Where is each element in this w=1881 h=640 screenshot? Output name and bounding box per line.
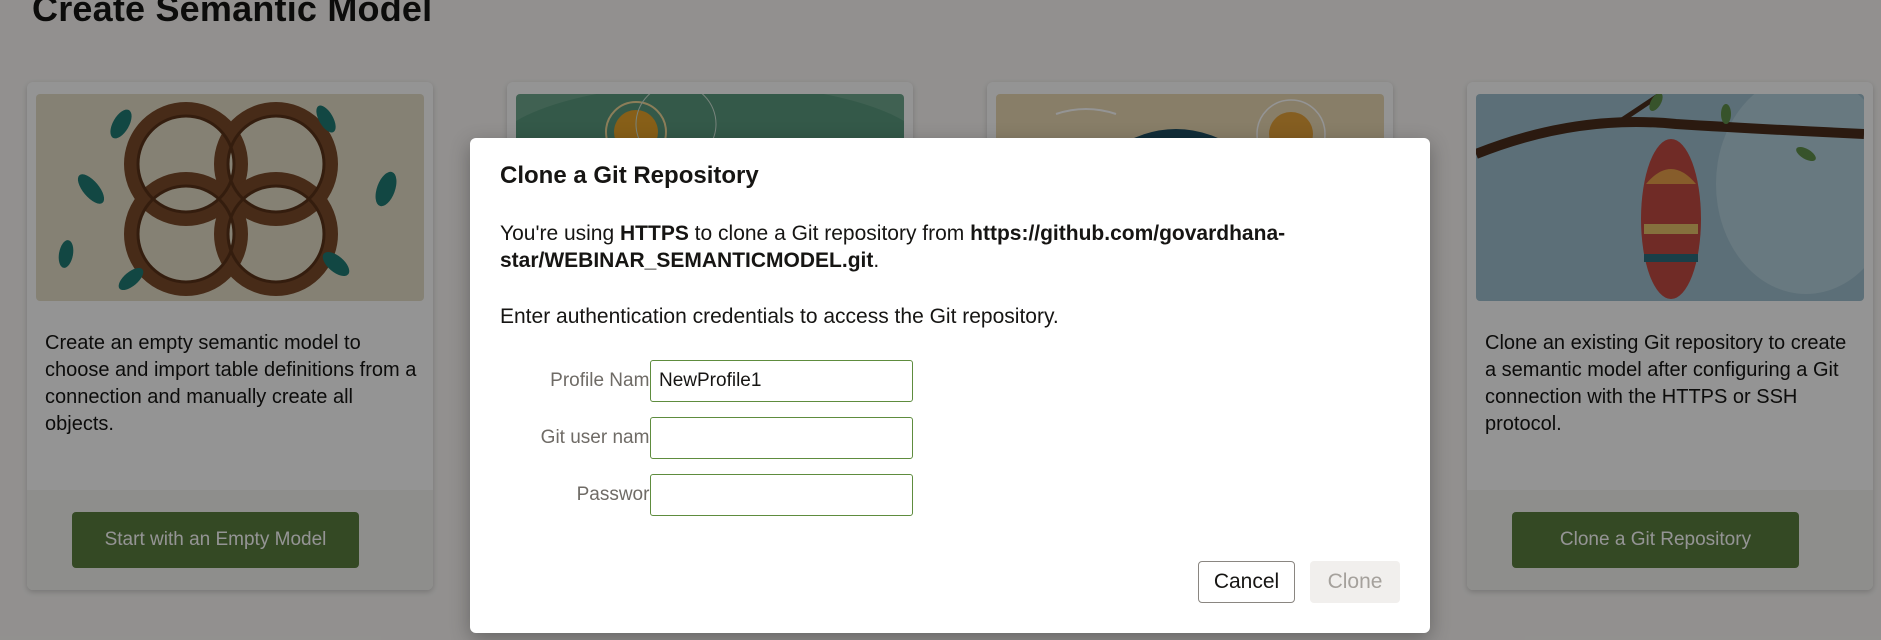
clone-button[interactable]: Clone: [1310, 561, 1400, 603]
dialog-instructions: Enter authentication credentials to acce…: [500, 305, 1059, 328]
info-suffix: .: [873, 249, 880, 272]
git-user-name-input[interactable]: [650, 417, 913, 459]
profile-name-row: Profile Name: [470, 360, 970, 402]
git-user-name-row: Git user name: [470, 417, 970, 459]
profile-name-input[interactable]: [650, 360, 913, 402]
cancel-button[interactable]: Cancel: [1198, 561, 1295, 603]
info-protocol: HTTPS: [620, 222, 689, 245]
info-url-line1: https://github.com/govardhana-: [970, 222, 1286, 245]
dialog-info-text: You're using HTTPS to clone a Git reposi…: [500, 220, 1380, 274]
info-middle: to clone a Git repository from: [688, 222, 971, 245]
info-prefix: You're using: [500, 222, 620, 245]
git-user-name-label: Git user name: [540, 427, 660, 448]
info-url-line2: star/WEBINAR_SEMANTICMODEL.git: [500, 249, 874, 272]
dialog-title: Clone a Git Repository: [500, 162, 759, 189]
password-input[interactable]: [650, 474, 913, 516]
password-label: Password: [576, 484, 660, 505]
password-row: Password: [470, 474, 970, 516]
profile-name-label: Profile Name: [550, 370, 660, 391]
clone-git-dialog: Clone a Git Repository You're using HTTP…: [470, 138, 1430, 633]
